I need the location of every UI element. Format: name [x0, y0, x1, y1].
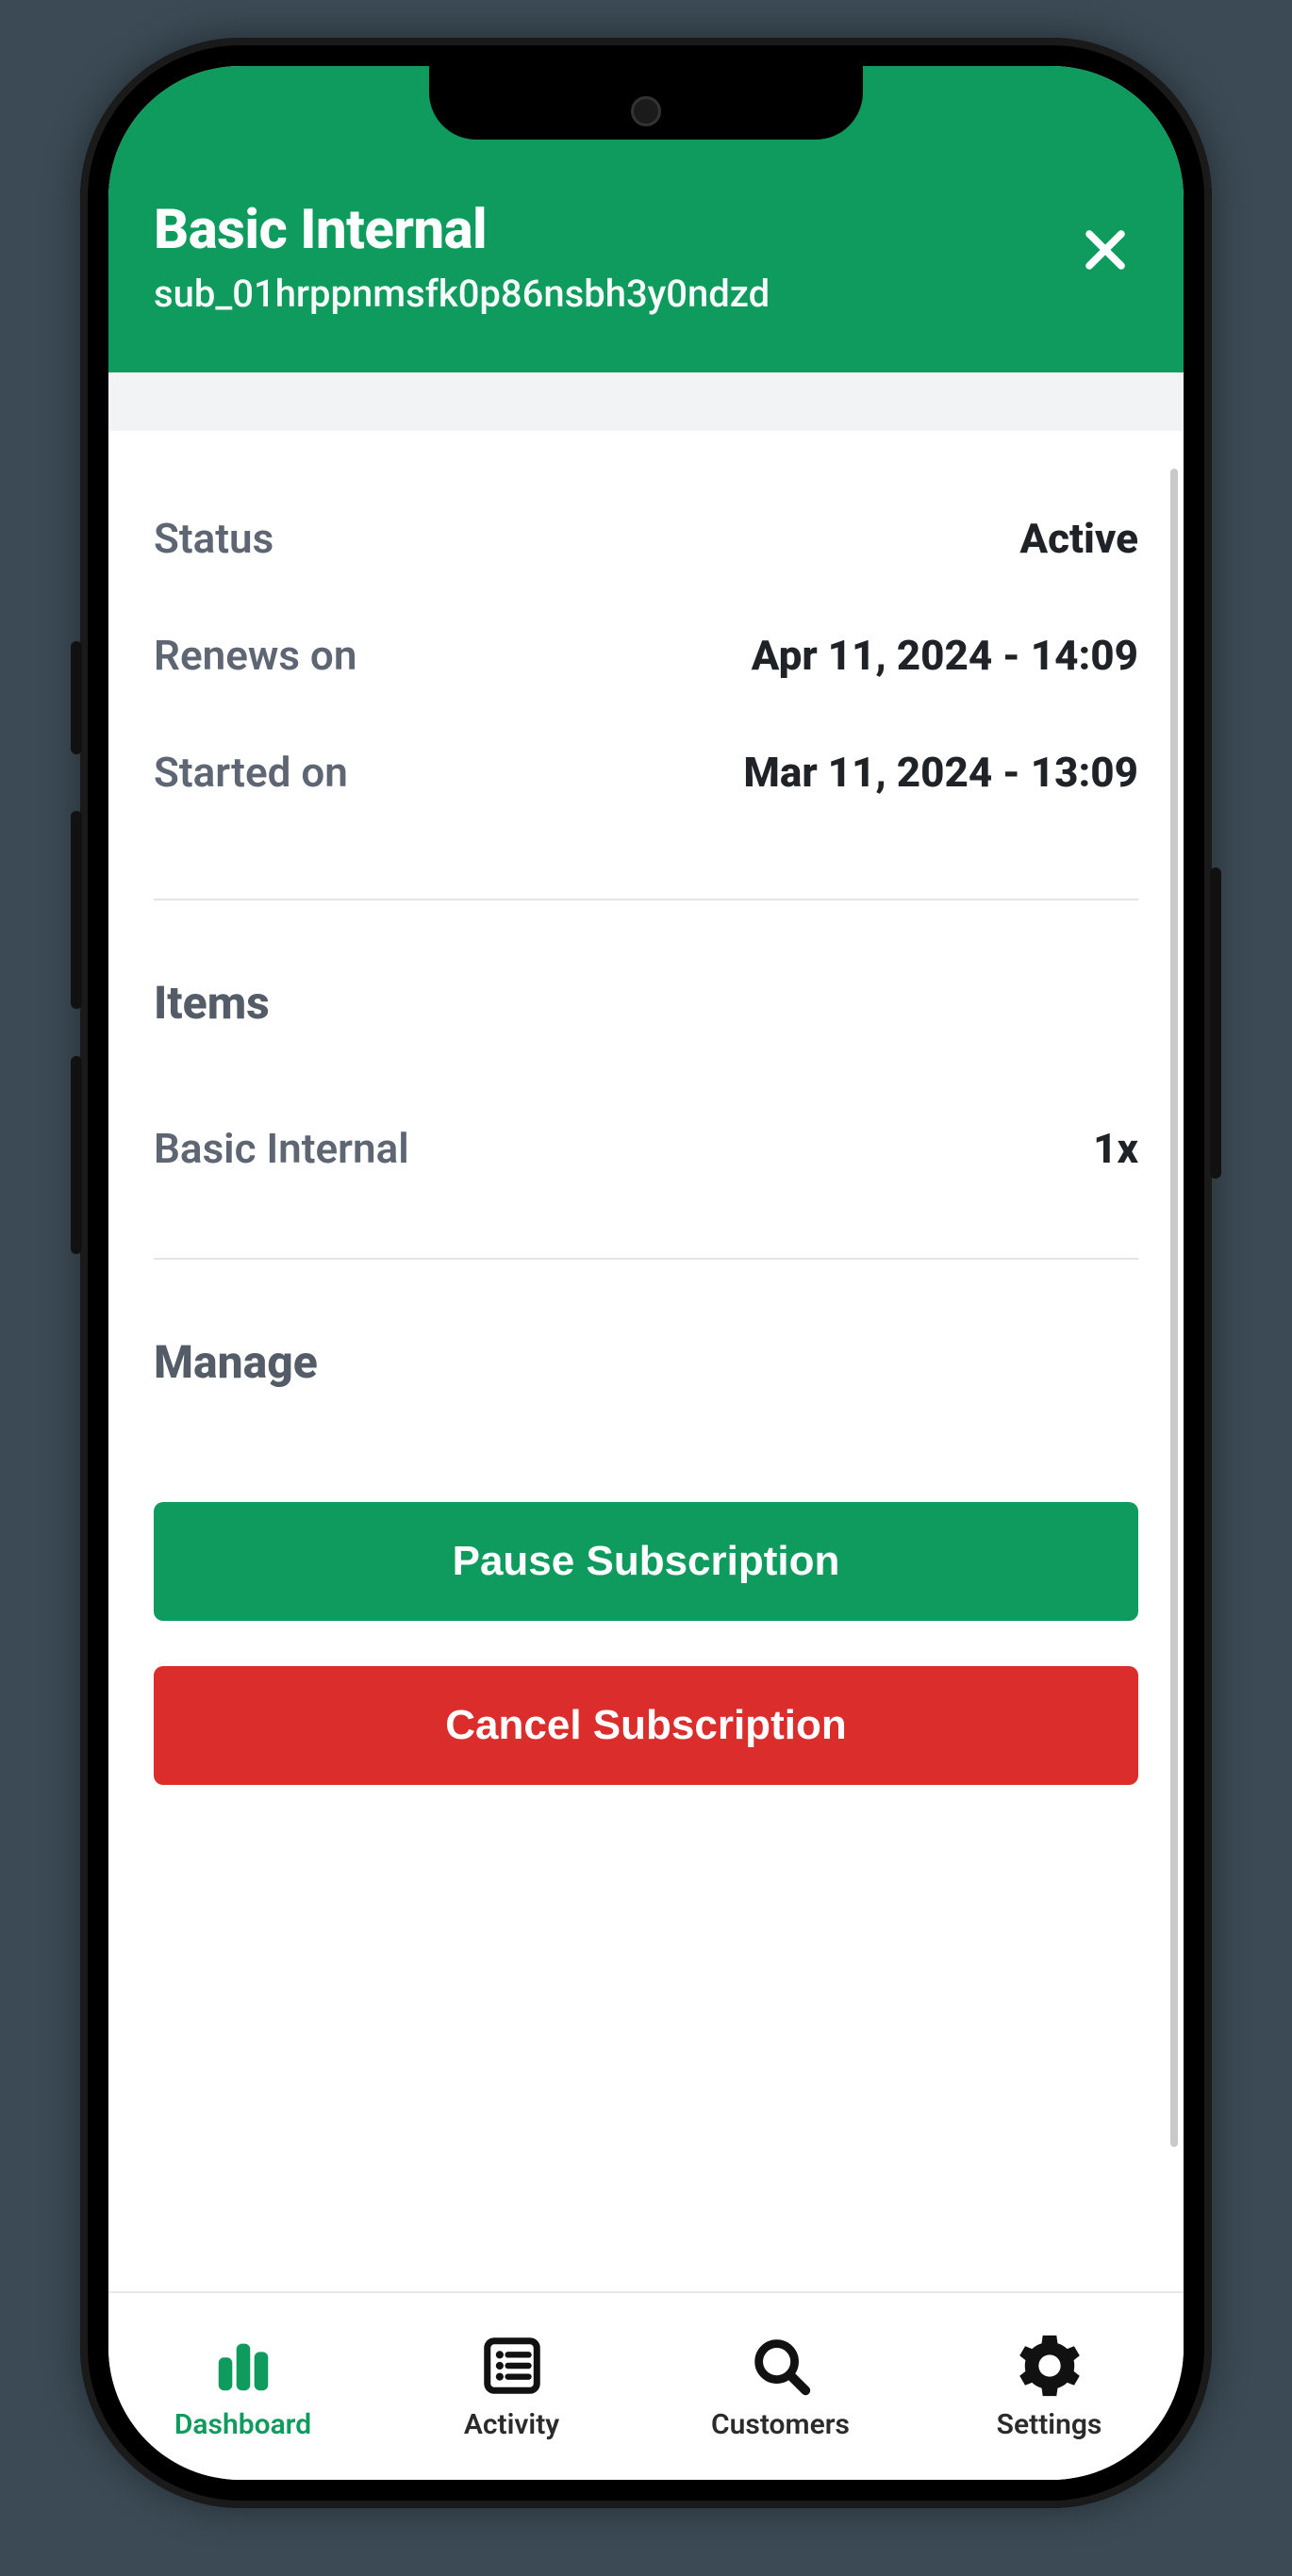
renews-value: Apr 11, 2024 - 14:09 [752, 631, 1138, 680]
notch [429, 66, 863, 140]
content-area: Status Active Renews on Apr 11, 2024 - 1… [108, 431, 1184, 1860]
details-section: Status Active Renews on Apr 11, 2024 - 1… [154, 431, 1138, 814]
items-heading: Items [154, 900, 1138, 1030]
tab-settings[interactable]: Settings [915, 2293, 1184, 2480]
tab-dashboard-label: Dashboard [174, 2408, 311, 2441]
tab-settings-label: Settings [997, 2408, 1102, 2441]
scroll-indicator[interactable] [1170, 469, 1178, 2147]
status-value: Active [1019, 514, 1138, 563]
started-label: Started on [154, 748, 348, 797]
close-icon [1078, 223, 1133, 277]
tab-activity-label: Activity [464, 2408, 559, 2441]
item-name: Basic Internal [154, 1124, 409, 1173]
pause-subscription-button[interactable]: Pause Subscription [154, 1502, 1138, 1621]
tab-bar: Dashboard Activity [108, 2291, 1184, 2480]
gear-icon [1017, 2333, 1083, 2399]
item-quantity: 1x [1093, 1124, 1138, 1173]
phone-frame: Basic Internal sub_01hrppnmsfk0p86nsbh3y… [80, 38, 1212, 2508]
page-title: Basic Internal [154, 198, 1138, 262]
status-row: Status Active [154, 497, 1138, 580]
volume-down-button [71, 1056, 82, 1254]
manage-buttons: Pause Subscription Cancel Subscription [154, 1389, 1138, 1860]
tab-activity[interactable]: Activity [377, 2293, 646, 2480]
renews-label: Renews on [154, 631, 356, 680]
tab-customers[interactable]: Customers [646, 2293, 915, 2480]
started-value: Mar 11, 2024 - 13:09 [743, 748, 1138, 797]
tab-dashboard[interactable]: Dashboard [108, 2293, 377, 2480]
volume-up-button [71, 811, 82, 1009]
header-gap [108, 372, 1184, 431]
power-button [1210, 867, 1221, 1179]
bar-chart-icon [210, 2333, 276, 2399]
status-label: Status [154, 514, 273, 563]
manage-heading: Manage [154, 1260, 1138, 1389]
subscription-id: sub_01hrppnmsfk0p86nsbh3y0ndzd [154, 272, 1138, 316]
close-button[interactable] [1072, 217, 1138, 283]
started-row: Started on Mar 11, 2024 - 13:09 [154, 731, 1138, 814]
search-icon [748, 2333, 814, 2399]
item-row: Basic Internal 1x [154, 1030, 1138, 1173]
renews-row: Renews on Apr 11, 2024 - 14:09 [154, 614, 1138, 697]
cancel-subscription-button[interactable]: Cancel Subscription [154, 1666, 1138, 1785]
tab-customers-label: Customers [711, 2408, 850, 2441]
screen: Basic Internal sub_01hrppnmsfk0p86nsbh3y… [108, 66, 1184, 2480]
side-button [71, 641, 82, 754]
list-icon [479, 2333, 545, 2399]
